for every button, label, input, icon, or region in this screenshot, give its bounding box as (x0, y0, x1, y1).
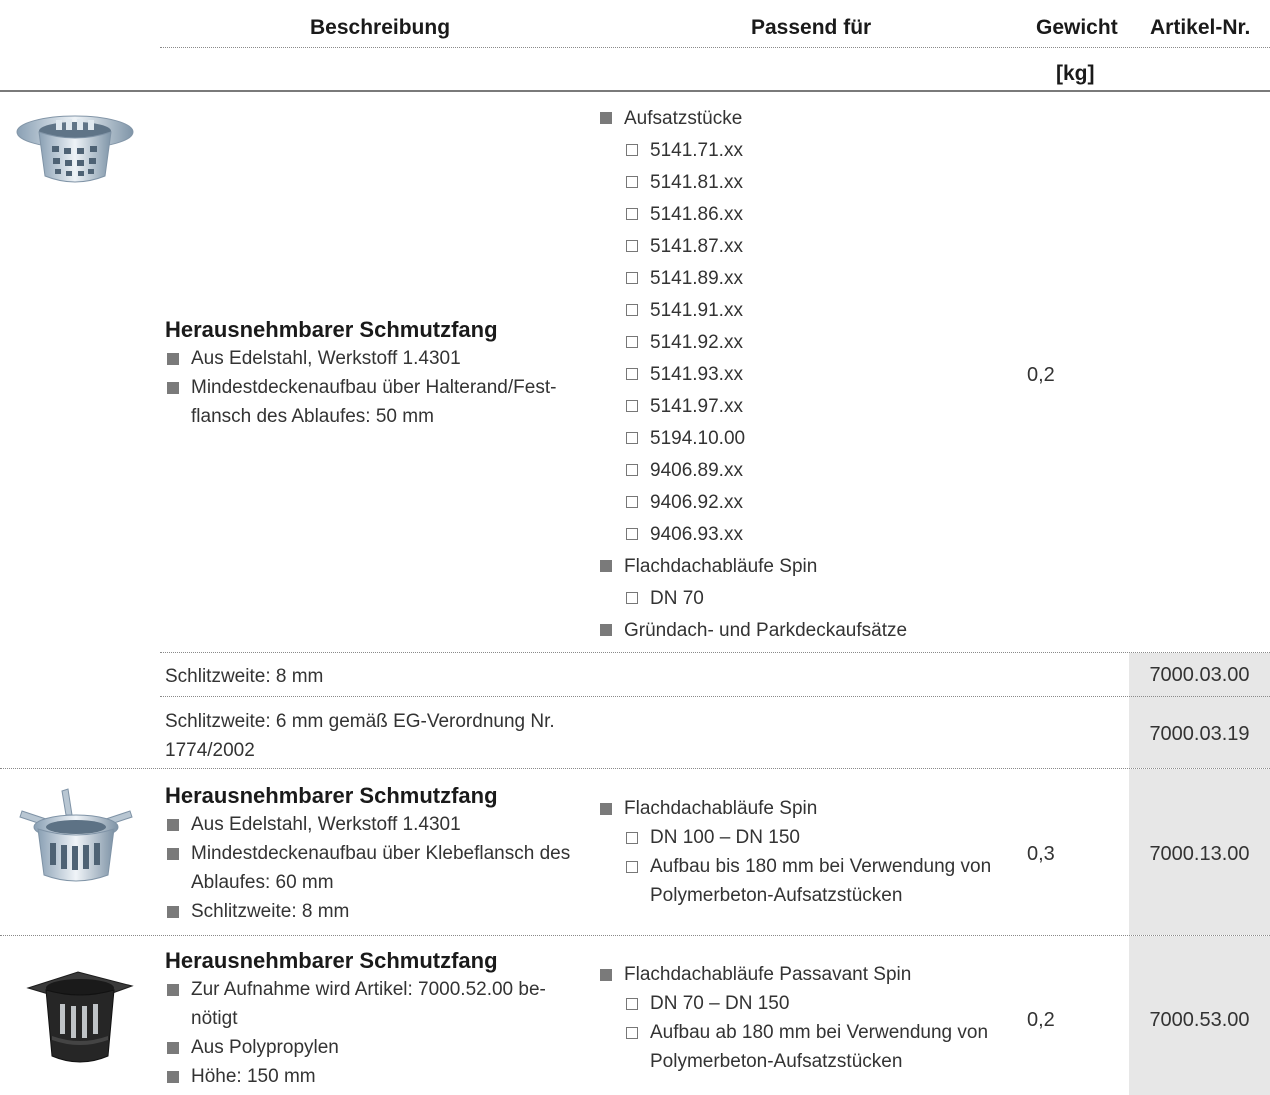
header-rule (0, 90, 1270, 92)
product1-title: Herausnehmbarer Schmutzfang (165, 317, 498, 342)
fit-group: Gründach- und Parkdeckaufsätze (598, 615, 907, 647)
product2-description: Herausnehmbarer Schmutzfang Aus Edelstah… (165, 782, 595, 926)
row-divider (160, 652, 1270, 653)
fit-item: 5141.91.xx (598, 295, 907, 327)
fit-item: 5141.87.xx (598, 231, 907, 263)
product2-weight: 0,3 (1027, 843, 1055, 865)
header-description: Beschreibung (310, 16, 451, 39)
product1-weight: 0,2 (1027, 364, 1055, 386)
row-divider (160, 696, 1270, 697)
product3-feature: Höhe: 150 mm (165, 1062, 595, 1091)
fit-item: Aufbau ab 180 mm bei Verwendung von Poly… (598, 1018, 1008, 1076)
product3-title: Herausnehmbarer Schmutzfang (165, 948, 498, 973)
fit-item: 9406.92.xx (598, 487, 907, 519)
fit-item: 9406.93.xx (598, 519, 907, 551)
fit-item: DN 100 – DN 150 (598, 823, 1008, 852)
fit-item: 5141.71.xx (598, 135, 907, 167)
fit-item: 5194.10.00 (598, 423, 907, 455)
product1-description: Herausnehmbarer Schmutzfang Aus Edelstah… (165, 316, 595, 431)
fit-item: DN 70 – DN 150 (598, 989, 1008, 1018)
product2-title: Herausnehmbarer Schmutzfang (165, 783, 498, 808)
fit-item: 5141.97.xx (598, 391, 907, 423)
header-artnr: Artikel-Nr. (1150, 16, 1251, 39)
fit-item: 5141.93.xx (598, 359, 907, 391)
product3-artnr: 7000.53.00 (1149, 1009, 1250, 1031)
fit-group: Flachdachabläufe Spin (598, 794, 1008, 823)
product2-feature: Aus Edelstahl, Werkstoff 1.4301 (165, 810, 595, 839)
product3-feature: Aus Polypropylen (165, 1033, 595, 1062)
product3-weight: 0,2 (1027, 1009, 1055, 1031)
product1-fits-list: Aufsatzstücke 5141.71.xx 5141.81.xx 5141… (598, 103, 907, 647)
black-plastic-strainer-icon (26, 971, 134, 1063)
product-divider (0, 935, 1270, 936)
variant-artnr: 7000.03.00 (1149, 664, 1250, 686)
fit-group: Aufsatzstücke (598, 103, 907, 135)
product2-fits-list: Flachdachabläufe Spin DN 100 – DN 150 Au… (598, 794, 1008, 910)
variant-desc: Schlitzweite: 8 mm (165, 666, 324, 687)
variant-artnr: 7000.03.19 (1149, 723, 1250, 745)
header-fits: Passend für (751, 16, 872, 39)
product2-artnr: 7000.13.00 (1149, 843, 1250, 865)
fit-item: 5141.89.xx (598, 263, 907, 295)
fit-item: Aufbau bis 180 mm bei Verwendung von Pol… (598, 852, 1008, 910)
product1-feature: Mindestdeckenaufbau über Halterand/Fest-… (165, 373, 591, 431)
fit-item: 5141.86.xx (598, 199, 907, 231)
product3-description: Herausnehmbarer Schmutzfang Zur Aufnahme… (165, 947, 595, 1091)
product2-feature: Mindestdeckenaufbau über Klebeflansch de… (165, 839, 571, 897)
product1-feature: Aus Edelstahl, Werkstoff 1.4301 (165, 344, 595, 373)
fit-item: 5141.92.xx (598, 327, 907, 359)
fit-item: 9406.89.xx (598, 455, 907, 487)
fit-group: Flachdachabläufe Passavant Spin (598, 960, 1008, 989)
product3-fits-list: Flachdachabläufe Passavant Spin DN 70 – … (598, 960, 1008, 1076)
stainless-strainer-with-rim-icon (16, 115, 134, 183)
product-divider (0, 768, 1270, 769)
fit-item: DN 70 (598, 583, 907, 615)
stainless-strainer-with-clips-icon (19, 788, 133, 882)
fit-item: 5141.81.xx (598, 167, 907, 199)
variant-desc: Schlitzweite: 6 mm gemäß EG-Verordnung N… (165, 711, 555, 761)
header-divider (160, 47, 1270, 48)
product3-feature: Zur Aufnahme wird Artikel: 7000.52.00 be… (165, 975, 591, 1033)
header-weight: Gewicht (1036, 16, 1118, 39)
product2-feature: Schlitzweite: 8 mm (165, 897, 595, 926)
fit-group: Flachdachabläufe Spin (598, 551, 907, 583)
header-weight-unit: [kg] (1056, 62, 1095, 85)
